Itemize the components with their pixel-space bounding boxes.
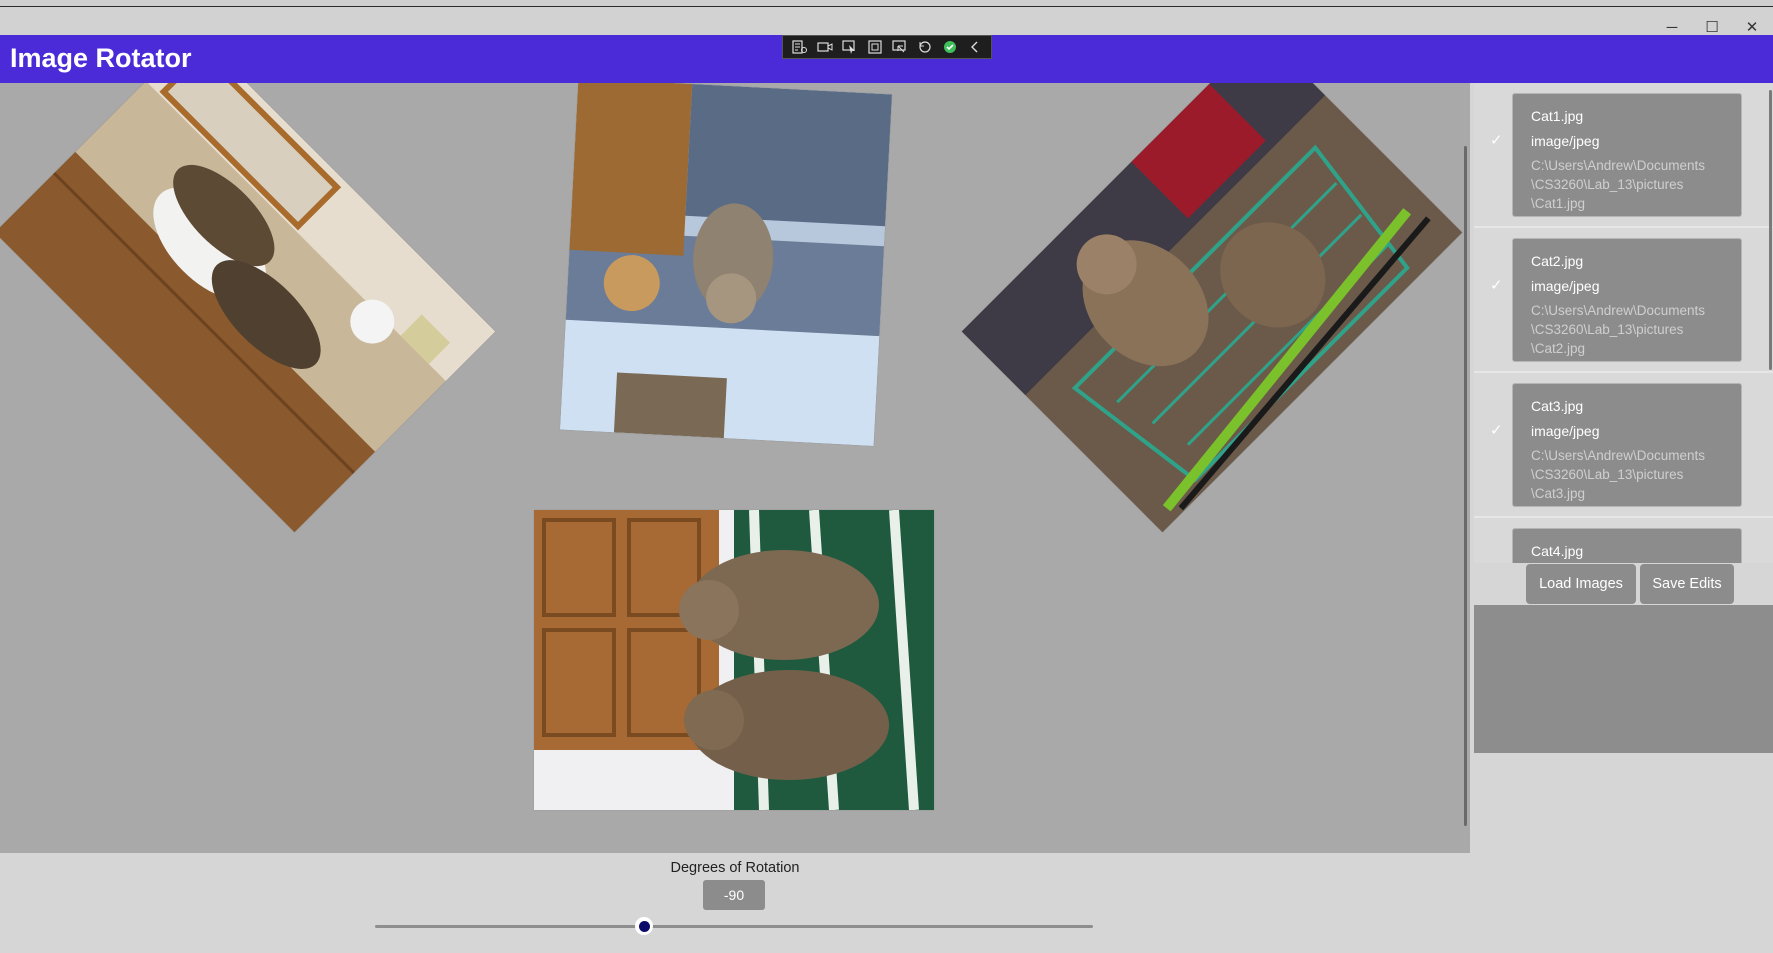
rotation-slider-track[interactable] [375, 925, 1093, 928]
image-file-path: C:\Users\Andrew\Documents \CS3260\Lab_13… [1531, 158, 1706, 211]
image-file-path: C:\Users\Andrew\Documents \CS3260\Lab_13… [1531, 303, 1706, 356]
app-title: Image Rotator [10, 43, 192, 73]
load-images-button[interactable]: Load Images [1526, 564, 1636, 604]
display-adorners-icon[interactable] [866, 39, 884, 55]
cat1-photo[interactable] [0, 83, 496, 533]
list-item[interactable]: ✓ Cat3.jpg image/jpeg C:\Users\Andrew\Do… [1474, 373, 1773, 516]
canvas-scrollbar[interactable] [1464, 146, 1467, 826]
checkmark-icon: ✓ [1490, 422, 1503, 439]
image-card[interactable]: Cat3.jpg image/jpeg C:\Users\Andrew\Docu… [1512, 383, 1742, 507]
sidebar-empty-area [1474, 605, 1773, 753]
image-mime-type: image/jpeg [1531, 423, 1600, 439]
image-mime-type: image/jpeg [1531, 133, 1600, 149]
image-list[interactable]: ✓ Cat1.jpg image/jpeg C:\Users\Andrew\Do… [1474, 83, 1773, 563]
select-element-icon[interactable] [841, 39, 859, 55]
list-item[interactable]: ✓ Cat2.jpg image/jpeg C:\Users\Andrew\Do… [1474, 228, 1773, 371]
image-file-name: Cat1.jpg [1531, 108, 1584, 124]
camera-icon[interactable] [816, 39, 834, 55]
image-card[interactable]: Cat4.jpg [1512, 528, 1742, 563]
cat4-photo[interactable] [534, 509, 934, 811]
image-card[interactable]: Cat1.jpg image/jpeg C:\Users\Andrew\Docu… [1512, 93, 1742, 217]
checkmark-icon: ✓ [1490, 132, 1503, 149]
image-file-name: Cat3.jpg [1531, 398, 1584, 414]
image-canvas[interactable] [0, 83, 1470, 853]
list-item[interactable]: ✓ Cat1.jpg image/jpeg C:\Users\Andrew\Do… [1474, 83, 1773, 226]
collapse-chevron-icon[interactable] [966, 39, 984, 55]
window-top-border [0, 0, 1773, 7]
rotation-label: Degrees of Rotation [670, 860, 800, 876]
xaml-debug-toolbar [782, 35, 992, 59]
image-card[interactable]: Cat2.jpg image/jpeg C:\Users\Andrew\Docu… [1512, 238, 1742, 362]
cat2-photo[interactable] [560, 83, 892, 446]
save-edits-button[interactable]: Save Edits [1640, 564, 1734, 604]
title-bar[interactable]: ─ ☐ ✕ [0, 7, 1773, 36]
image-mime-type: image/jpeg [1531, 278, 1600, 294]
binding-success-icon[interactable] [941, 39, 959, 55]
list-item[interactable]: Cat4.jpg [1474, 518, 1773, 563]
track-focus-icon[interactable] [891, 39, 909, 55]
image-file-name: Cat2.jpg [1531, 253, 1584, 269]
image-file-name: Cat4.jpg [1531, 543, 1584, 559]
hot-reload-icon[interactable] [916, 39, 934, 55]
cat3-photo[interactable] [961, 83, 1463, 533]
list-scrollbar[interactable] [1769, 90, 1772, 370]
action-buttons: Load Images Save Edits [1474, 563, 1773, 605]
live-visual-tree-icon[interactable] [791, 39, 809, 55]
rotation-slider-thumb[interactable] [635, 917, 654, 935]
checkmark-icon: ✓ [1490, 277, 1503, 294]
image-file-path: C:\Users\Andrew\Documents \CS3260\Lab_13… [1531, 448, 1706, 501]
rotation-value: -90 [703, 880, 765, 910]
